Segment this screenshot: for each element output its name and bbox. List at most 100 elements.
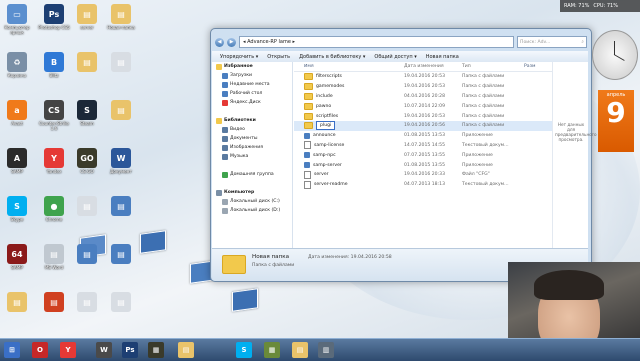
rename-input[interactable]: plugi	[316, 121, 336, 131]
column-type[interactable]: Тип	[462, 64, 524, 69]
desktop-icon[interactable]: ▤	[70, 244, 104, 265]
desktop-icon[interactable]: GO CS:GO	[70, 148, 104, 174]
desktop-icon[interactable]: ▤	[104, 292, 138, 313]
nav-item-icon	[222, 144, 228, 151]
desktop-icon[interactable]: a Avast	[0, 100, 34, 126]
file-row[interactable]: include 04.04.2016 20:28 Папка с файлами	[294, 92, 552, 102]
open-button[interactable]: Открыть	[267, 54, 290, 60]
taskbar-app-icon[interactable]: ▦	[148, 342, 164, 358]
desktop-icon[interactable]: B Blitz	[37, 52, 71, 78]
forward-icon[interactable]: ▶	[227, 37, 236, 47]
desktop-icon[interactable]: A SAMP	[0, 148, 34, 174]
file-name: samp-license	[314, 142, 345, 148]
nav-item	[212, 179, 292, 188]
desktop-icon[interactable]: ▤	[70, 52, 104, 73]
file-row[interactable]: samp-npc 07.07.2015 13:55 Приложение	[294, 150, 552, 160]
desktop-icon[interactable]: ▤	[0, 292, 34, 313]
taskbar-app-icon[interactable]: ▦	[264, 342, 280, 358]
nav-item[interactable]: Локальный диск (C:)	[212, 197, 292, 206]
nav-item[interactable]: Музыка	[212, 152, 292, 161]
desktop-icon[interactable]: ▤	[104, 196, 138, 217]
desktop-icon[interactable]: ♻ Корзина	[0, 52, 34, 78]
file-row[interactable]: server 19.04.2016 20:33 Файл "CFG"	[294, 170, 552, 180]
file-row[interactable]: gamemodes 19.04.2016 20:53 Папка с файлами	[294, 82, 552, 92]
nav-item[interactable]: Избранное	[212, 62, 292, 71]
desktop-icon[interactable]: CS Counter-Strike 1.6	[37, 100, 71, 131]
desktop-icon[interactable]: S Steam	[70, 100, 104, 126]
nav-item[interactable]: Загрузки	[212, 71, 292, 80]
start-button[interactable]: ⊞	[4, 342, 20, 358]
new-folder-button[interactable]: Новая папка	[426, 54, 459, 60]
file-name-cell: filterscripts	[294, 73, 404, 81]
nav-item[interactable]: Яндекс.Диск	[212, 98, 292, 107]
taskbar-app-icon[interactable]: O	[32, 342, 48, 358]
desktop-icon[interactable]: ▤	[70, 292, 104, 313]
desktop-icon-label: Документ	[110, 169, 132, 174]
folder-icon	[222, 255, 246, 274]
file-row[interactable]: filterscripts 19.04.2016 20:53 Папка с фай…	[294, 72, 552, 82]
desktop-app-icon: Ps	[44, 4, 64, 24]
desktop-icon[interactable]: S Skype	[0, 196, 34, 222]
desktop-icon[interactable]: ▭ Компьютер ярлык	[0, 4, 34, 35]
nav-item-icon	[222, 207, 228, 214]
desktop-icon[interactable]: ▤	[70, 196, 104, 217]
desktop-icon[interactable]: ▤	[104, 52, 138, 73]
desktop-icon[interactable]: W Документ	[104, 148, 138, 174]
file-name-cell: server	[294, 170, 404, 179]
nav-item[interactable]: Компьютер	[212, 188, 292, 197]
desktop-icon[interactable]: ▤ Новая папка	[104, 4, 138, 30]
nav-item-icon	[222, 126, 228, 133]
desktop-icon[interactable]: ▤ MS Word	[37, 244, 71, 270]
taskbar-app-icon[interactable]: ▥	[318, 342, 334, 358]
column-size[interactable]: Разм	[524, 64, 536, 69]
desktop-app-icon: ▤	[44, 244, 64, 264]
desktop-icon[interactable]: ▤	[37, 292, 71, 313]
file-row[interactable]: server-readme 04.07.2013 18:13 Текстовый д…	[294, 180, 552, 190]
desktop-icon[interactable]: 64 SAMP	[0, 244, 34, 270]
file-row[interactable]: samp-license 14.07.2015 14:55 Текстовый до…	[294, 141, 552, 151]
file-type: Папка с файлами	[462, 84, 505, 90]
desktop-icon-label: Blitz	[49, 73, 59, 78]
column-name[interactable]: Имя	[294, 64, 404, 69]
search-input[interactable]: Поиск: Adv... ⌕	[517, 36, 587, 48]
column-date[interactable]: Дата изменения	[404, 64, 462, 69]
nav-item[interactable]: Недавние места	[212, 80, 292, 89]
nav-item[interactable]: Домашняя группа	[212, 170, 292, 179]
desktop-icon[interactable]: ▤	[104, 244, 138, 265]
nav-item[interactable]: Локальный диск (D:)	[212, 206, 292, 215]
taskbar-app-icon[interactable]: Y	[60, 342, 76, 358]
desktop-icon[interactable]: ▤	[104, 100, 138, 121]
add-to-library-button[interactable]: Добавить в библиотеку ▾	[299, 54, 365, 60]
taskbar-app-icon[interactable]: ▤	[292, 342, 308, 358]
file-name-cell: gamemodes	[294, 83, 404, 91]
file-row[interactable]: pawno 10.07.2014 22:09 Папка с файлами	[294, 101, 552, 111]
taskbar-app-icon[interactable]: S	[236, 342, 252, 358]
explorer-window[interactable]: ◀ ▶ ◂ Advance-RP lame ▸ Поиск: Adv... ⌕ …	[210, 28, 597, 282]
desktop-icon[interactable]: ● Chrome	[37, 196, 71, 222]
nav-item[interactable]: Документы	[212, 134, 292, 143]
taskbar-app-icon[interactable]: ▤	[178, 342, 194, 358]
desktop-icon[interactable]: ▤ server	[70, 4, 104, 30]
nav-item-icon	[222, 90, 228, 97]
file-row[interactable]: announce 01.08.2015 13:53 Приложение	[294, 131, 552, 141]
file-row[interactable]: scriptfiles 19.04.2016 20:53 Папка с файла…	[294, 111, 552, 121]
address-field[interactable]: ◂ Advance-RP lame ▸	[239, 36, 514, 48]
file-row[interactable]: plugi 19.04.2016 20:56 Папка с файлами	[294, 120, 552, 131]
file-row[interactable]: samp-server 01.08.2015 13:55 Приложение	[294, 160, 552, 170]
desktop-icon[interactable]: Y Yandex	[37, 148, 71, 174]
desktop-icon[interactable]: Ps Photoshop CS5	[37, 4, 71, 30]
nav-item-icon	[216, 189, 222, 196]
back-icon[interactable]: ◀	[215, 37, 224, 47]
file-type: Текстовый докум...	[462, 142, 509, 148]
clock-gadget	[592, 30, 638, 80]
nav-item[interactable]: Библиотеки	[212, 116, 292, 125]
nav-item[interactable]: Изображения	[212, 143, 292, 152]
organize-button[interactable]: Упорядочить ▾	[220, 54, 258, 60]
nav-item[interactable]: Видео	[212, 125, 292, 134]
desktop-app-icon: ▤	[77, 196, 97, 216]
nav-item[interactable]: Рабочий стол	[212, 89, 292, 98]
taskbar-app-icon[interactable]: W	[96, 342, 112, 358]
share-button[interactable]: Общий доступ ▾	[374, 54, 416, 60]
taskbar-app-icon[interactable]: Ps	[122, 342, 138, 358]
file-name-cell: pawno	[294, 102, 404, 110]
